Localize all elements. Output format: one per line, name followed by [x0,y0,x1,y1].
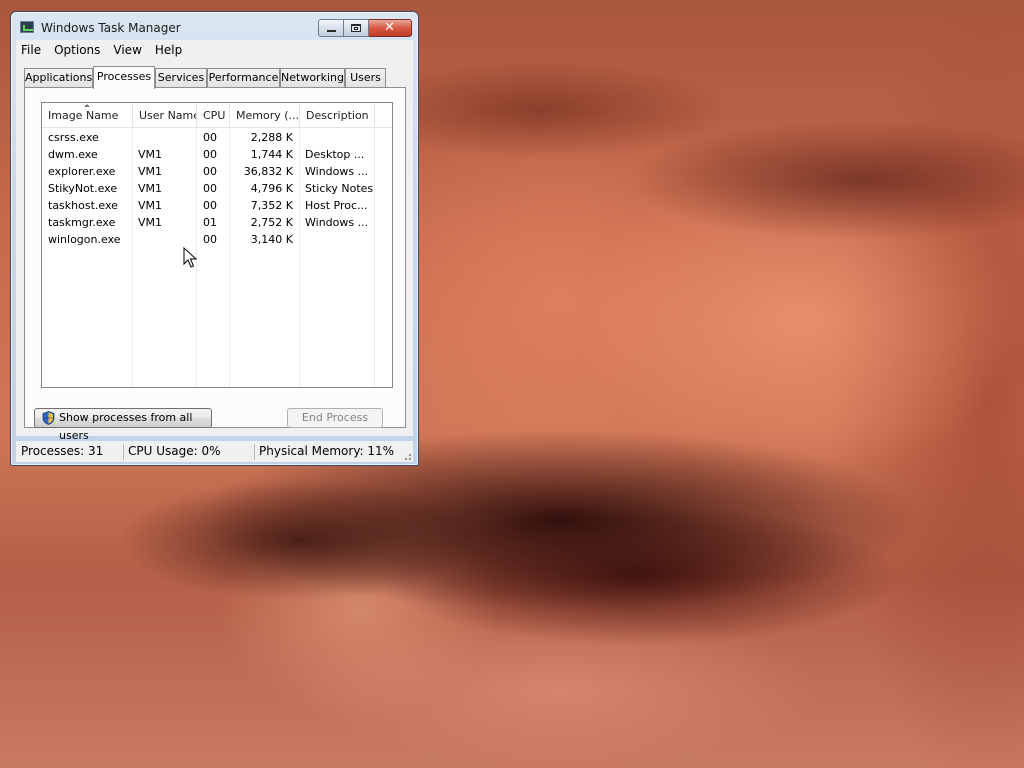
column-description-label: Description [306,109,369,122]
process-description-cell [305,231,373,248]
process-user-cell: VM1 [138,216,163,229]
mouse-pointer-icon [183,247,197,268]
column-cpu-label: CPU [203,109,226,122]
process-row[interactable]: StikyNot.exe VM1 00 4,796 K Sticky Notes [42,180,392,197]
status-bar: Processes: 31 CPU Usage: 0% Physical Mem… [16,441,413,462]
process-description-cell: Windows ... [305,216,369,229]
column-memory-label: Memory (... [236,109,300,122]
status-cpu-usage: CPU Usage: 0% [128,444,221,458]
process-cpu-cell: 00 [203,182,217,195]
task-manager-icon [20,21,34,33]
status-physical-memory: Physical Memory: 11% [259,444,395,458]
menu-options[interactable]: Options [49,43,108,57]
process-user-cell: VM1 [138,148,163,161]
process-image-cell: winlogon.exe [48,233,121,246]
process-cpu-cell: 00 [203,199,217,212]
client-area: Applications Processes Services Performa… [16,60,413,442]
process-user-cell: VM1 [138,199,163,212]
resize-grip-icon[interactable] [402,451,412,461]
minimize-icon [327,30,336,32]
tab-applications[interactable]: Applications [24,68,93,87]
process-image-cell: dwm.exe [48,148,98,161]
tab-services[interactable]: Services [155,68,207,87]
tab-users[interactable]: Users [345,68,386,87]
maximize-button[interactable] [344,19,369,37]
status-separator [254,444,255,460]
process-cpu-cell: 00 [203,165,217,178]
process-cpu-cell: 01 [203,216,217,229]
process-row[interactable]: csrss.exe 00 2,288 K [42,129,392,146]
processes-panel: Image Name User Name CPU Memory (... Des… [24,87,406,442]
sort-ascending-icon [84,104,90,107]
process-user-cell [138,129,194,146]
process-cpu-cell: 00 [203,148,217,161]
maximize-icon [351,24,361,32]
caption-buttons: ✕ [318,19,412,37]
process-image-cell: StikyNot.exe [48,182,118,195]
process-memory-cell: 2,752 K [250,216,293,229]
end-process-button[interactable]: End Process [287,408,383,428]
process-row[interactable]: winlogon.exe 00 3,140 K [42,231,392,248]
process-user-cell: VM1 [138,165,163,178]
process-image-cell: taskmgr.exe [48,216,116,229]
menu-help[interactable]: Help [150,43,190,57]
column-description[interactable]: Description [300,103,375,127]
column-user-name-label: User Name [139,109,197,122]
column-memory[interactable]: Memory (... [230,103,300,127]
column-user-name[interactable]: User Name [133,103,197,127]
window-title: Windows Task Manager [41,21,181,35]
task-manager-window[interactable]: Windows Task Manager ✕ File Options View… [10,11,419,466]
close-icon: ✕ [384,20,395,35]
process-user-cell: VM1 [138,182,163,195]
process-image-cell: csrss.exe [48,131,99,144]
menu-bar: File Options View Help [16,40,413,60]
process-description-cell [305,129,373,146]
process-description-cell: Sticky Notes [305,182,373,195]
status-processes: Processes: 31 [21,444,104,458]
process-cpu-cell: 00 [203,131,217,144]
process-description-cell: Host Proc... [305,199,368,212]
column-image-name-label: Image Name [48,109,119,122]
status-separator [123,444,124,460]
process-memory-cell: 7,352 K [250,199,293,212]
show-all-processes-label: Show processes from all users [59,411,193,442]
process-memory-cell: 4,796 K [250,182,293,195]
process-row[interactable]: explorer.exe VM1 00 36,832 K Windows ... [42,163,392,180]
tab-networking[interactable]: Networking [280,68,345,87]
close-button[interactable]: ✕ [369,19,412,37]
process-memory-cell: 1,744 K [250,148,293,161]
tab-processes[interactable]: Processes [93,66,155,89]
show-all-processes-button[interactable]: Show processes from all users [34,408,212,442]
process-memory-cell: 36,832 K [243,165,293,178]
minimize-button[interactable] [318,19,344,37]
process-memory-cell: 3,140 K [250,233,293,246]
column-cpu[interactable]: CPU [197,103,230,127]
list-header: Image Name User Name CPU Memory (... Des… [42,103,392,128]
process-memory-cell: 2,288 K [250,131,293,144]
tab-performance[interactable]: Performance [207,68,280,87]
title-bar[interactable]: Windows Task Manager ✕ [11,12,418,39]
menu-file[interactable]: File [16,43,49,57]
process-image-cell: explorer.exe [48,165,116,178]
process-row[interactable]: dwm.exe VM1 00 1,744 K Desktop ... [42,146,392,163]
process-row[interactable]: taskhost.exe VM1 00 7,352 K Host Proc... [42,197,392,214]
process-image-cell: taskhost.exe [48,199,118,212]
process-description-cell: Desktop ... [305,148,365,161]
process-cpu-cell: 00 [203,233,217,246]
process-row[interactable]: taskmgr.exe VM1 01 2,752 K Windows ... [42,214,392,231]
process-user-cell [138,231,194,248]
process-list[interactable]: Image Name User Name CPU Memory (... Des… [41,102,393,388]
menu-view[interactable]: View [108,43,149,57]
column-image-name[interactable]: Image Name [42,103,133,127]
process-description-cell: Windows ... [305,165,369,178]
uac-shield-icon [42,411,55,425]
